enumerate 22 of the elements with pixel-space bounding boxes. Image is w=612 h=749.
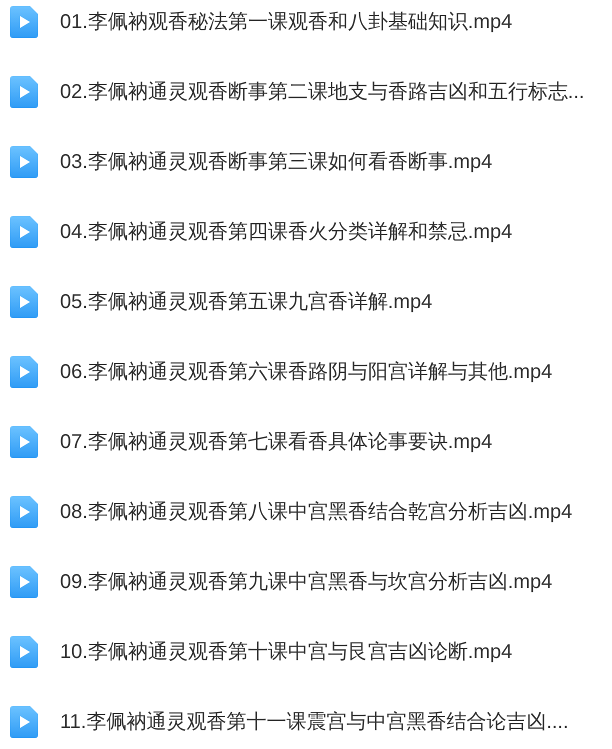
video-file-icon [10,286,38,318]
file-name[interactable]: 09.李佩衲通灵观香第九课中宫黑香与坎宫分析吉凶.mp4 [60,569,552,595]
video-file-icon [10,496,38,528]
file-name[interactable]: 04.李佩衲通灵观香第四课香火分类详解和禁忌.mp4 [60,219,512,245]
file-name[interactable]: 05.李佩衲通灵观香第五课九宫香详解.mp4 [60,289,432,315]
video-file-icon [10,216,38,248]
video-file-icon [10,426,38,458]
video-file-icon [10,146,38,178]
file-name[interactable]: 03.李佩衲通灵观香断事第三课如何看香断事.mp4 [60,149,492,175]
file-name[interactable]: 10.李佩衲通灵观香第十课中宫与艮宫吉凶论断.mp4 [60,639,512,665]
file-name[interactable]: 02.李佩衲通灵观香断事第二课地支与香路吉凶和五行标志... [60,79,584,105]
video-file-icon [10,6,38,38]
video-file-icon [10,636,38,668]
file-name[interactable]: 07.李佩衲通灵观香第七课看香具体论事要诀.mp4 [60,429,492,455]
video-file-icon [10,706,38,738]
file-name[interactable]: 01.李佩衲观香秘法第一课观香和八卦基础知识.mp4 [60,9,512,35]
file-name[interactable]: 08.李佩衲通灵观香第八课中宫黑香结合乾宫分析吉凶.mp4 [60,499,572,525]
file-name[interactable]: 06.李佩衲通灵观香第六课香路阴与阳宫详解与其他.mp4 [60,359,552,385]
video-file-icon [10,356,38,388]
video-file-icon [10,76,38,108]
file-name[interactable]: 11.李佩衲通灵观香第十一课震宫与中宫黑香结合论吉凶.... [60,709,569,735]
video-file-icon [10,566,38,598]
